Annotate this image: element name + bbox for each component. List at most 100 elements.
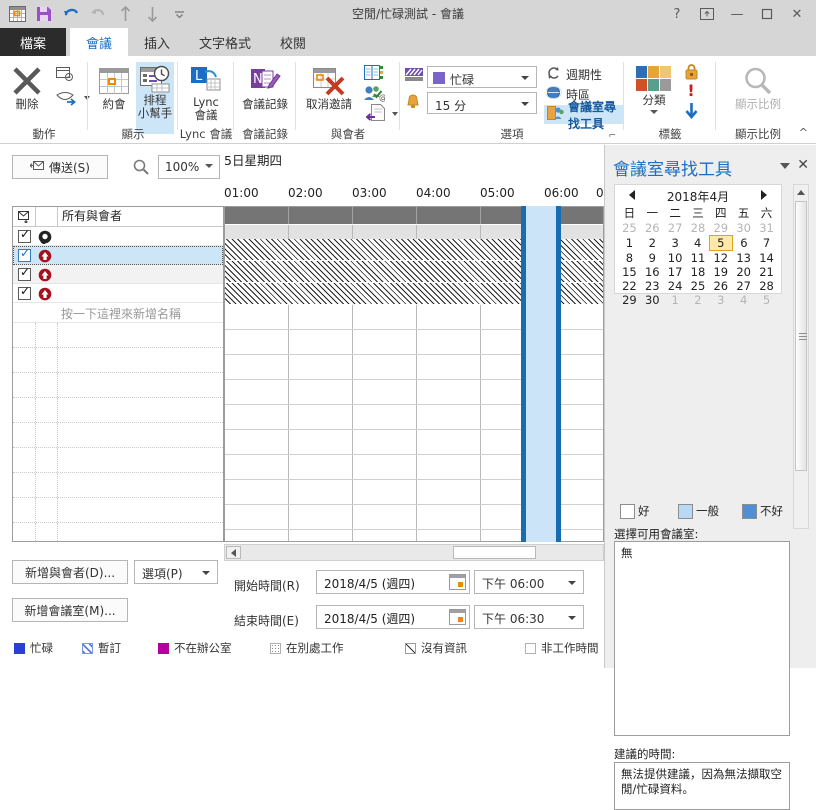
calendar-day[interactable]: 1 [664, 293, 687, 307]
timeline-row-no-information[interactable] [224, 261, 603, 283]
empty-row[interactable] [13, 523, 223, 542]
recurrence-button[interactable]: 週期性 [546, 65, 602, 83]
options-dropdown-button[interactable]: 選項(P) [134, 560, 218, 584]
calendar-day[interactable]: 20 [732, 265, 755, 279]
end-date-field[interactable]: 2018/4/5 (週四) [316, 605, 470, 629]
calendar-day[interactable]: 9 [641, 251, 664, 266]
calendar-day[interactable]: 4 [732, 293, 755, 307]
calendar-day[interactable]: 27 [732, 279, 755, 293]
check-names-button[interactable]: @ [362, 85, 386, 103]
calendar-day[interactable]: 13 [732, 251, 755, 266]
meeting-notes-button[interactable]: N 會議記錄 [236, 64, 294, 122]
delete-button[interactable]: 刪除 [4, 64, 50, 122]
chevron-down-icon[interactable] [521, 76, 529, 80]
timeline-row-empty[interactable] [224, 530, 603, 542]
appointment-button[interactable]: 約會 [94, 64, 134, 122]
calendar-day[interactable]: 8 [618, 251, 641, 266]
timeline-row-no-information[interactable] [224, 283, 603, 305]
room-finder-button[interactable]: 會議室尋找工具 [544, 105, 624, 124]
empty-row[interactable] [13, 398, 223, 423]
empty-row[interactable] [13, 373, 223, 398]
tab-file[interactable]: 檔案 [0, 28, 66, 56]
scheduling-assistant-button[interactable]: 排程 小幫手 [136, 62, 174, 134]
add-attendees-button[interactable]: 新增與會者(D)... [12, 560, 128, 584]
timeline-row-empty[interactable] [224, 480, 603, 505]
response-options-dropdown-icon[interactable] [392, 112, 398, 116]
empty-row[interactable] [13, 348, 223, 373]
calendar-day-selected[interactable]: 5 [709, 236, 732, 251]
scrollbar-thumb[interactable] [795, 201, 807, 471]
calendar-day[interactable]: 21 [755, 265, 778, 279]
timeline-horizontal-scrollbar[interactable] [224, 544, 604, 561]
zoom-magnifier-icon[interactable] [130, 157, 152, 177]
timeline-row-empty[interactable] [224, 405, 603, 430]
timeline-row-empty[interactable] [224, 505, 603, 530]
calendar-day[interactable]: 5 [755, 293, 778, 307]
private-button[interactable] [680, 64, 702, 82]
calendar-day[interactable]: 28 [687, 221, 710, 236]
address-book-button[interactable] [362, 65, 386, 83]
minimize-button[interactable]: — [722, 0, 752, 28]
chevron-down-icon[interactable] [521, 102, 529, 106]
calendar-day[interactable]: 31 [755, 221, 778, 236]
copy-to-calendar-icon[interactable] [50, 66, 80, 86]
calendar-picker-icon[interactable] [449, 609, 466, 625]
table-row[interactable] [13, 227, 223, 246]
show-as-combo[interactable]: 忙碌 [427, 66, 537, 88]
calendar-day[interactable]: 15 [618, 265, 641, 279]
calendar-day[interactable]: 7 [755, 236, 778, 251]
attendee-checkbox[interactable] [18, 230, 31, 243]
tab-meeting[interactable]: 會議 [70, 28, 128, 56]
calendar-day[interactable]: 23 [641, 279, 664, 293]
table-row[interactable] [13, 265, 223, 284]
calendar-day[interactable]: 30 [641, 293, 664, 307]
empty-row[interactable] [13, 423, 223, 448]
empty-row[interactable] [13, 498, 223, 523]
categorize-dropdown-icon[interactable] [650, 110, 658, 114]
lync-meeting-button[interactable]: L Lync 會議 [182, 64, 230, 122]
calendar-day[interactable]: 29 [618, 293, 641, 307]
calendar-day[interactable]: 24 [664, 279, 687, 293]
attendee-grid[interactable]: 所有與會者 按一下這裡來新增名稱 [12, 206, 224, 542]
add-attendee-row[interactable]: 按一下這裡來新增名稱 [13, 303, 223, 323]
chevron-down-icon[interactable] [780, 163, 790, 169]
reminder-combo[interactable]: 15 分 [427, 92, 537, 114]
room-finder-scrollbar[interactable] [793, 184, 809, 529]
help-button[interactable]: ? [662, 0, 692, 28]
calendar-day[interactable]: 1 [618, 236, 641, 251]
low-importance-button[interactable] [680, 102, 702, 120]
calendar-day[interactable]: 2 [641, 236, 664, 251]
zoom-level-combo[interactable]: 100% [158, 155, 220, 179]
scroll-left-button[interactable] [226, 546, 241, 559]
calendar-picker-icon[interactable] [449, 574, 466, 590]
calendar-day[interactable]: 10 [664, 251, 687, 266]
calendar-day[interactable]: 16 [641, 265, 664, 279]
close-icon[interactable]: ✕ [797, 157, 809, 173]
calendar-day[interactable]: 12 [709, 251, 732, 266]
tab-format-text[interactable]: 文字格式 [186, 28, 264, 56]
add-rooms-button[interactable]: 新增會議室(M)... [12, 598, 128, 622]
empty-row[interactable] [13, 473, 223, 498]
forward-button[interactable] [48, 90, 88, 114]
timeline-row-no-information[interactable] [224, 239, 603, 261]
calendar-day[interactable]: 19 [709, 265, 732, 279]
calendar-day[interactable]: 3 [664, 236, 687, 251]
calendar-day[interactable]: 3 [709, 293, 732, 307]
cancel-invitation-button[interactable]: 取消邀請 [298, 64, 360, 122]
calendar-day[interactable]: 14 [755, 251, 778, 266]
close-button[interactable]: ✕ [782, 0, 812, 28]
calendar-day[interactable]: 26 [641, 221, 664, 236]
calendar-day[interactable]: 30 [732, 221, 755, 236]
calendar-day[interactable]: 11 [687, 251, 710, 266]
calendar-day[interactable]: 25 [618, 221, 641, 236]
available-rooms-list[interactable]: 無 [614, 541, 790, 736]
chevron-down-icon[interactable] [568, 616, 576, 620]
calendar-day[interactable]: 28 [755, 279, 778, 293]
ribbon-display-options-button[interactable] [692, 0, 722, 28]
calendar-day[interactable]: 2 [687, 293, 710, 307]
response-options-button[interactable] [360, 104, 394, 124]
timeline-row-empty[interactable] [224, 455, 603, 480]
calendar-day[interactable]: 6 [732, 236, 755, 251]
attendee-checkbox[interactable] [18, 268, 31, 281]
table-row[interactable] [13, 246, 223, 265]
